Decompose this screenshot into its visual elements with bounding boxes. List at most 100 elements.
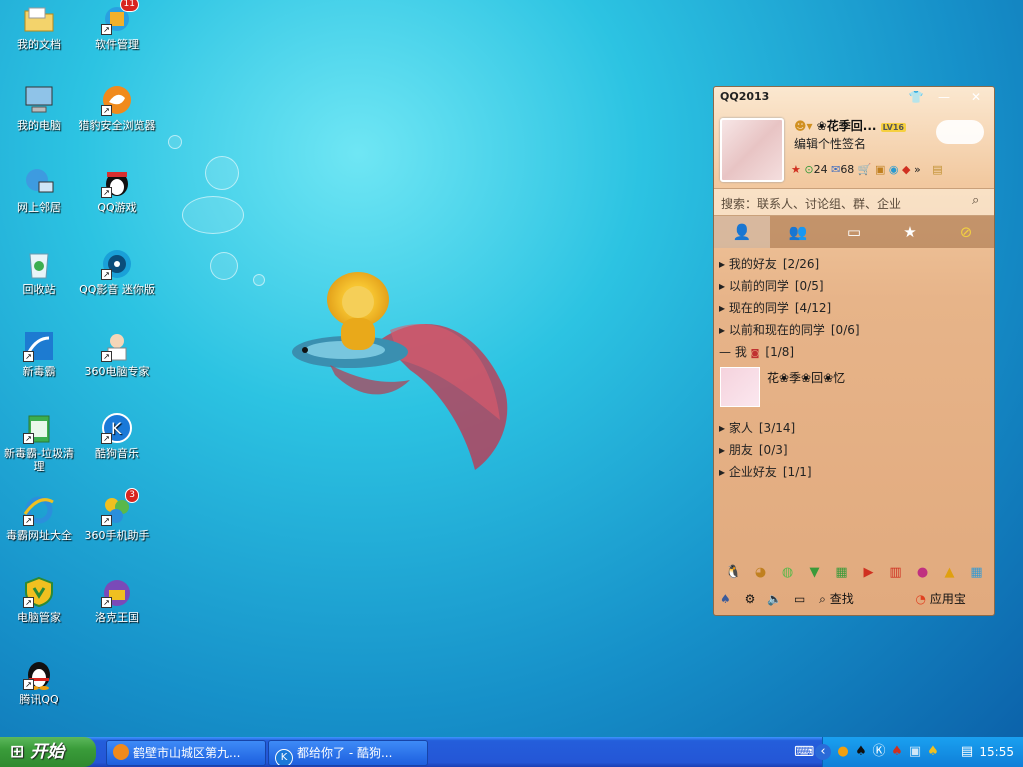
security-app-icon[interactable]: ▼ [801,565,828,580]
user-avatar[interactable] [720,118,784,182]
mail-count: 68 [840,163,855,176]
find-button[interactable]: 查找 [830,592,854,606]
desktop-icon-cheetah-browser[interactable]: ↗ 猎豹安全浏览器 [77,84,157,132]
desktop-icon-qq[interactable]: ↗ 腾讯QQ [0,658,79,706]
group-family[interactable]: ▸ 家人 [3/14] [719,419,795,436]
app-store-icon[interactable]: ◔ [916,592,926,606]
qzone-icon[interactable]: ⊙ [804,163,813,176]
group-enterprise[interactable]: ▸ 企业好友 [1/1] [719,463,812,480]
qq-bottom-bar: ♠ ⚙ 🔈 ▭ ⌕ 查找 ◔ 应用宝 [720,590,992,610]
roco-kingdom-icon: ↗ [101,576,133,608]
video-app-icon[interactable]: ▶ [855,565,882,580]
tray-monitor-icon[interactable]: ▤ [959,744,975,760]
group-friends[interactable]: ▸ 朋友 [0/3] [719,441,788,458]
notes-icon[interactable]: ▤ [932,163,942,176]
tab-chats[interactable]: ▭ [826,216,882,248]
desktop-icon-360-expert[interactable]: ↗ 360电脑专家 [77,330,157,378]
friend-name: 花❀季❀回❀忆 [767,371,846,385]
contact-search-bar[interactable]: 搜索：联系人、讨论组、群、企业 ⌕ [714,188,994,216]
friend-avatar [720,367,760,407]
app-store-button[interactable]: 应用宝 [930,592,966,606]
tray-pet-icon[interactable]: ● [835,744,851,760]
groups-tab-icon: 👥 [788,223,808,241]
shortcut-arrow-icon: ↗ [101,24,112,35]
desktop-icon-my-computer[interactable]: 我的电脑 [0,84,79,132]
music-app-icon[interactable]: ▦ [828,565,855,580]
lion-pet-icon[interactable] [327,272,389,354]
more-icon[interactable]: » [914,163,921,176]
gift-icon[interactable]: ▣ [875,163,885,176]
shortcut-arrow-icon: ↗ [23,679,34,690]
skin-shirt-icon[interactable]: 👕 [906,88,926,106]
desktop-icon-my-documents[interactable]: 我的文档 [0,3,79,51]
clock[interactable]: 15:55 [979,745,1014,759]
taskbar-item-kugou[interactable]: K 都给你了 - 酷狗... [268,740,428,766]
tray-qq-icon[interactable]: ♠ [853,744,869,760]
volume-icon[interactable]: 🔈 [767,592,782,606]
tray-network-icon[interactable]: ▣ [907,744,923,760]
desktop-icon-kugou[interactable]: K ↗ 酷狗音乐 [77,412,157,460]
weather-cloud-icon[interactable] [936,120,984,144]
nickname[interactable]: ❀花季回... [817,119,877,133]
file-folder-icon[interactable]: ▭ [794,592,805,606]
desktop-icon-network[interactable]: 网上邻居 [0,166,79,214]
desktop-icon-roco-kingdom[interactable]: ↗ 洛克王国 [77,576,157,624]
signature-field[interactable]: 编辑个性签名 [794,135,866,152]
tab-groups[interactable]: 👥 [770,216,826,248]
group-me[interactable]: — 我 ◙ [1/8] [719,343,794,360]
svg-text:K: K [111,419,122,438]
desktop-icon-pc-manager[interactable]: ↗ 电脑管家 [0,576,79,624]
group-my-friends[interactable]: ▸ 我的好友 [2/26] [719,255,819,272]
pet-app-icon[interactable]: ◕ [747,565,774,580]
settings-gear-icon[interactable]: ⚙ [745,592,756,606]
collapsed-arrow-icon: ▸ [719,421,726,435]
friend-entry[interactable]: 花❀季❀回❀忆 [720,367,990,409]
app-grid-icon[interactable]: ▦ [963,565,990,580]
desktop-icon-360-phone[interactable]: 3 ↗ 360手机助手 [77,488,157,542]
shop-app-icon[interactable]: ▥ [882,565,909,580]
show-hidden-icons-chevron[interactable]: ‹ [815,744,831,760]
group-current-classmates[interactable]: ▸ 现在的同学 [4/12] [719,299,831,316]
qq-music-icon[interactable]: ◉ [889,163,899,176]
group-all-classmates[interactable]: ▸ 以前和现在的同学 [0/6] [719,321,860,338]
qq-app-icon[interactable]: 🐧 [720,565,747,580]
find-search-icon[interactable]: ⌕ [819,592,826,606]
main-menu-penguin-icon[interactable]: ♠ [720,592,731,606]
minimize-icon[interactable]: — [934,88,954,106]
tray-qq-alt-icon[interactable]: ♠ [889,744,905,760]
bubble-decoration [253,274,265,286]
chick-app-icon[interactable]: ▲ [936,565,963,580]
tray-kugou-icon[interactable]: Ⓚ [871,744,887,760]
vip-star-icon[interactable]: ★ [791,163,801,176]
shopping-cart-icon[interactable]: 🛒 [858,163,872,176]
desktop-icon-qq-game[interactable]: ↗ QQ游戏 [77,166,157,214]
ball-app-icon[interactable]: ● [909,565,936,580]
group-former-classmates[interactable]: ▸ 以前的同学 [0/5] [719,277,824,294]
qq-penguin-icon: ↗ [23,658,55,690]
close-icon[interactable]: ✕ [966,88,986,106]
desktop-icon-duba-web[interactable]: ↗ 毒霸网址大全 [0,494,79,542]
qq-title-bar[interactable]: QQ2013 👕 — ✕ [714,87,994,107]
search-placeholder: 搜索：联系人、讨论组、群、企业 [721,197,902,211]
tab-favorites[interactable]: ★ [882,216,938,248]
desktop-icon-recycle-bin[interactable]: 回收站 [0,248,79,296]
qq-main-panel: QQ2013 👕 — ✕ ☻▾ ❀花季回... LV16 编辑个性签名 ★ ⊙2… [713,86,995,616]
game-app-icon[interactable]: ◍ [774,565,801,580]
start-button[interactable]: ⊞ 开始 [0,737,96,767]
tray-qq-game-icon[interactable]: ♠ [925,744,941,760]
taskbar-item-browser[interactable]: 鹤壁市山城区第九... [106,740,266,766]
search-icon[interactable]: ⌕ [972,193,979,208]
expanded-arrow-icon: — [719,345,731,359]
tab-zone[interactable]: ⊘ [938,216,994,248]
desktop-icon-new-duba[interactable]: ↗ 新毒霸 [0,330,79,378]
tab-contacts[interactable]: 👤 [714,216,770,248]
network-icon [23,166,55,198]
status-smiley-icon[interactable]: ☻▾ [794,119,813,133]
desktop-icon-software-manager[interactable]: 11 ↗ 软件管理 [77,0,157,51]
keyboard-icon[interactable]: ⌨ [794,744,814,760]
zone-tab-icon: ⊘ [959,223,973,241]
penguin-icon[interactable]: ◆ [902,163,910,176]
desktop-icon-qq-player[interactable]: ↗ QQ影音 迷你版 [77,248,157,296]
desktop-icon-trash-cleaner[interactable]: ↗ 新毒霸-垃圾清理 [0,412,79,473]
mail-icon[interactable]: ✉ [831,163,840,176]
